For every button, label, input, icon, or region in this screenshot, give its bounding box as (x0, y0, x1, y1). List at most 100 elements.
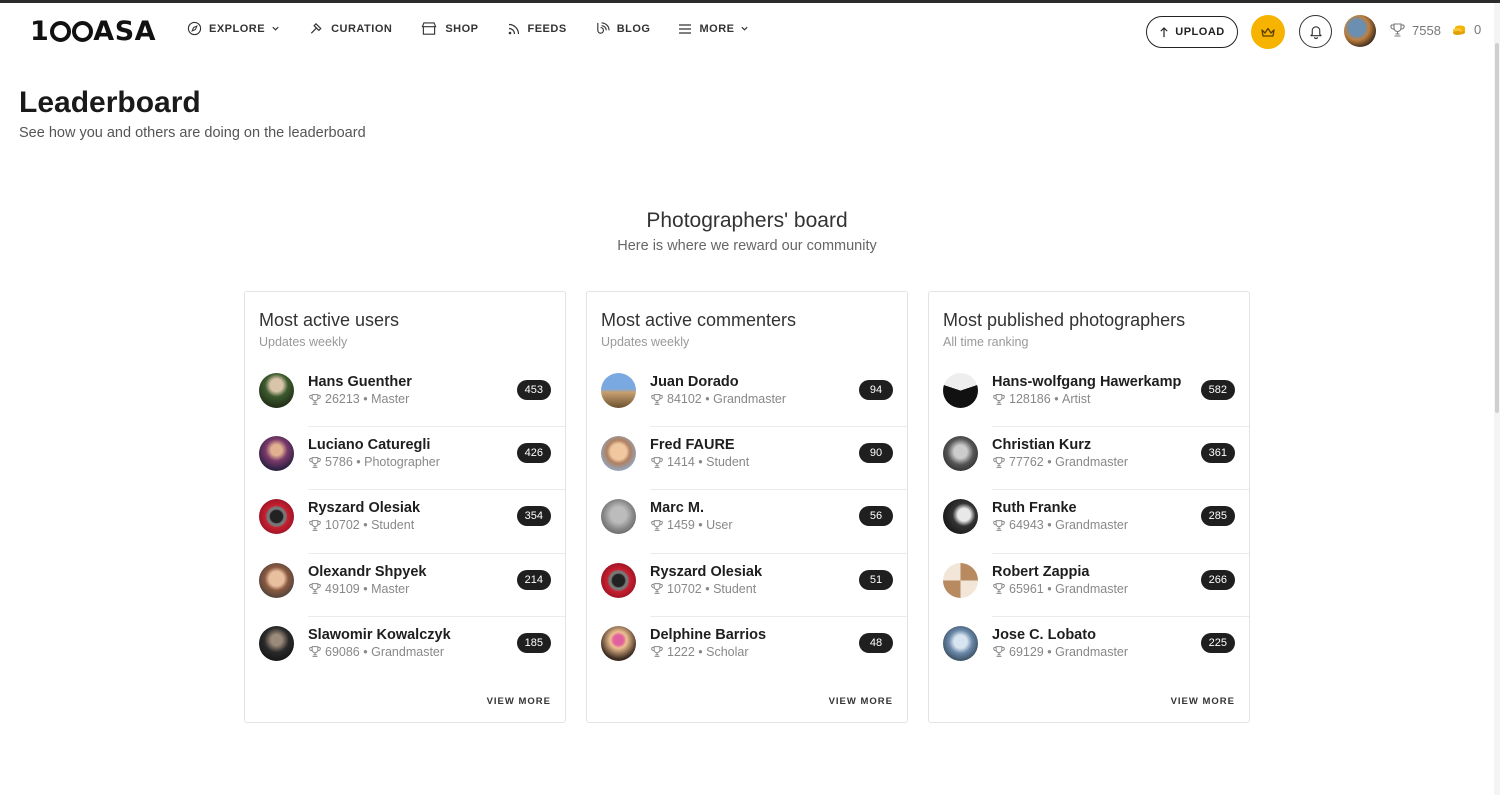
count-badge: 354 (516, 506, 551, 527)
view-more-link[interactable]: VIEW MORE (487, 696, 551, 707)
user-meta: 10702 • Student (650, 582, 756, 596)
meta-separator: • (359, 581, 372, 596)
meta-separator: • (359, 518, 372, 533)
menu-explore[interactable]: EXPLORE (187, 21, 280, 36)
leaderboard-row[interactable]: Ryszard Olesiak 10702 • Student 354 (245, 490, 565, 554)
avatar[interactable] (943, 499, 978, 535)
user-name[interactable]: Robert Zappia (992, 564, 1089, 580)
user-rank: Grandmaster (1055, 455, 1129, 470)
leaderboard-row[interactable]: Juan Dorado 84102 • Grandmaster 94 (587, 364, 907, 428)
leaderboard-row[interactable]: Marc M. 1459 • User 56 (587, 490, 907, 554)
user-name[interactable]: Fred FAURE (650, 437, 735, 453)
count-badge: 266 (1200, 569, 1235, 590)
avatar[interactable] (259, 373, 294, 408)
user-name[interactable]: Hans-wolfgang Hawerkamp (992, 374, 1181, 390)
user-name[interactable]: Ruth Franke (992, 500, 1077, 516)
avatar[interactable] (601, 436, 636, 472)
upload-button[interactable]: UPLOAD (1146, 16, 1238, 48)
trophy-counter[interactable]: 7558 (1389, 22, 1441, 38)
menu-curation-label: CURATION (331, 22, 393, 35)
user-name[interactable]: Ryszard Olesiak (650, 564, 762, 580)
trophy-icon (993, 646, 1005, 658)
leaderboard-row[interactable]: Ruth Franke 64943 • Grandmaster 285 (929, 490, 1249, 554)
trophy-icon (651, 646, 663, 658)
user-name[interactable]: Luciano Caturegli (308, 437, 430, 453)
user-name[interactable]: Delphine Barrios (650, 627, 766, 643)
user-rank: Artist (1062, 392, 1091, 406)
user-rank: Grandmaster (1055, 644, 1129, 659)
leaderboard-row[interactable]: Christian Kurz 77762 • Grandmaster 361 (929, 427, 1249, 491)
leaderboard-row[interactable]: Luciano Caturegli 5786 • Photographer 426 (245, 427, 565, 491)
leaderboard-row[interactable]: Robert Zappia 65961 • Grandmaster 266 (929, 554, 1249, 617)
leaderboard-row[interactable]: Hans-wolfgang Hawerkamp 128186 • Artist 58… (929, 364, 1249, 428)
count-badge: 90 (859, 443, 893, 464)
user-points: 5786 (325, 455, 353, 470)
user-meta: 77762 • Grandmaster (992, 455, 1128, 469)
avatar[interactable] (259, 562, 294, 598)
leaderboard-row[interactable]: Olexandr Shpyek 49109 • Master 214 (245, 554, 565, 617)
card-subtitle: All time ranking (943, 335, 1029, 349)
user-rank: Student (713, 581, 757, 596)
avatar[interactable] (601, 562, 636, 598)
menu-shop[interactable]: SHOP (420, 21, 478, 36)
notifications-button[interactable] (1299, 15, 1332, 48)
premium-crown-button[interactable] (1251, 15, 1285, 49)
user-points: 10702 (667, 581, 702, 596)
meta-separator: • (359, 644, 372, 659)
card-title: Most active commenters (601, 310, 797, 330)
leaderboard-row[interactable]: Fred FAURE 1414 • Student 90 (587, 427, 907, 491)
avatar[interactable] (943, 625, 978, 661)
menu-curation[interactable]: CURATION (308, 21, 392, 36)
avatar[interactable] (259, 436, 294, 472)
page-scrollbar[interactable] (1494, 3, 1500, 795)
meta-separator: • (694, 455, 707, 470)
user-name[interactable]: Olexandr Shpyek (308, 564, 426, 580)
user-name[interactable]: Marc M. (650, 500, 704, 516)
count-badge: 426 (516, 443, 551, 464)
user-meta: 65961 • Grandmaster (992, 582, 1128, 596)
user-avatar[interactable] (1344, 15, 1376, 47)
trophy-icon (993, 583, 1005, 594)
user-meta: 5786 • Photographer (308, 455, 440, 469)
user-name[interactable]: Hans Guenther (308, 374, 412, 390)
avatar[interactable] (943, 562, 978, 598)
user-name[interactable]: Juan Dorado (650, 374, 739, 390)
user-name[interactable]: Jose C. Lobato (992, 627, 1096, 643)
leaderboard-row[interactable]: Delphine Barrios 1222 • Scholar 48 (587, 617, 907, 680)
user-name[interactable]: Christian Kurz (992, 437, 1091, 453)
view-more-link[interactable]: VIEW MORE (829, 696, 893, 707)
store-icon (421, 22, 437, 35)
trophy-icon (993, 520, 1005, 531)
trophy-icon (309, 646, 321, 658)
coin-counter[interactable]: 0 (1452, 22, 1481, 37)
scrollbar-thumb[interactable] (1495, 43, 1499, 413)
meta-separator: • (701, 581, 714, 596)
menu-feeds[interactable]: FEEDS (507, 22, 567, 36)
board-subtitle: Here is where we reward our community (617, 238, 877, 254)
user-name[interactable]: Ryszard Olesiak (308, 500, 420, 516)
leaderboard-row[interactable]: Slawomir Kowalczyk 69086 • Grandmaster 185 (245, 617, 565, 680)
site-logo[interactable]: 1 ASA (30, 16, 156, 47)
count-badge: 453 (516, 380, 551, 400)
leaderboard-row[interactable]: Hans Guenther 26213 • Master 453 (245, 364, 565, 428)
avatar[interactable] (259, 625, 294, 661)
menu-shop-label: SHOP (445, 22, 479, 35)
avatar[interactable] (601, 625, 636, 661)
view-more-link[interactable]: VIEW MORE (1171, 696, 1235, 707)
leaderboard-row[interactable]: Ryszard Olesiak 10702 • Student 51 (587, 554, 907, 617)
avatar[interactable] (601, 499, 636, 535)
blog-icon (596, 22, 610, 34)
trophy-icon (309, 393, 321, 405)
avatar[interactable] (943, 373, 978, 408)
menu-feeds-label: FEEDS (527, 22, 567, 35)
avatar[interactable] (259, 499, 294, 535)
user-points: 128186 (1009, 392, 1051, 406)
menu-blog[interactable]: BLOG (595, 21, 651, 36)
meta-separator: • (1043, 644, 1056, 659)
meta-separator: • (694, 644, 707, 659)
menu-more[interactable]: MORE (678, 23, 749, 35)
avatar[interactable] (601, 373, 636, 408)
leaderboard-row[interactable]: Jose C. Lobato 69129 • Grandmaster 225 (929, 617, 1249, 680)
user-name[interactable]: Slawomir Kowalczyk (308, 627, 451, 643)
avatar[interactable] (943, 436, 978, 472)
